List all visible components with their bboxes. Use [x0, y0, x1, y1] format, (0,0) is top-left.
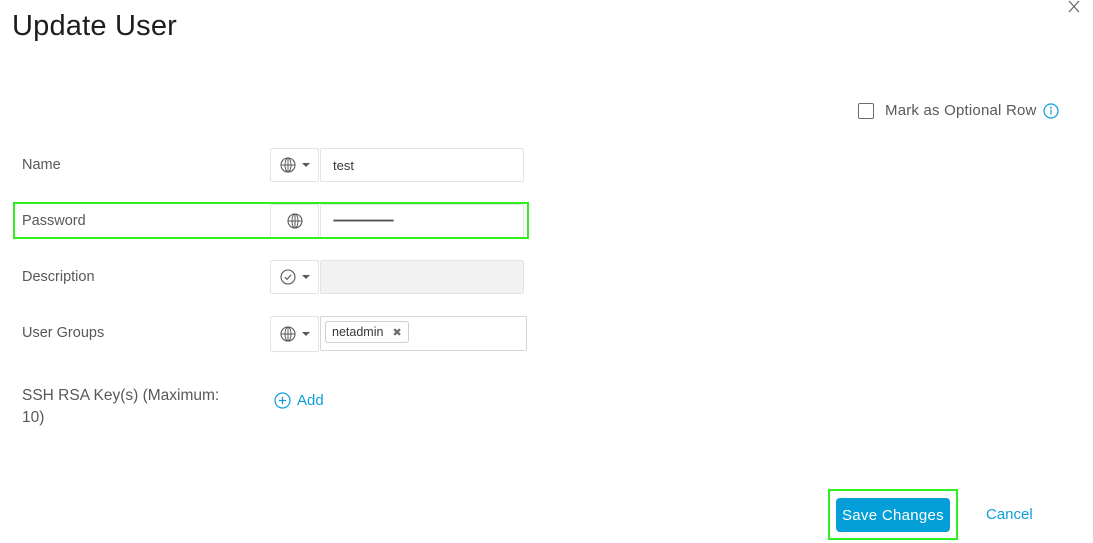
- highlight-password-row: [13, 202, 529, 239]
- user-groups-label: User Groups: [22, 325, 105, 341]
- user-groups-scope-dropdown[interactable]: [270, 316, 319, 352]
- optional-row-checkbox[interactable]: [858, 102, 874, 119]
- name-label: Name: [22, 157, 61, 173]
- description-input[interactable]: [320, 260, 524, 294]
- info-icon[interactable]: [1042, 102, 1059, 119]
- close-icon: [1068, 0, 1080, 13]
- user-group-tag-label: netadmin: [332, 325, 384, 339]
- name-input[interactable]: test: [320, 148, 524, 182]
- chevron-down-icon: [301, 163, 310, 167]
- globe-icon: [279, 157, 296, 173]
- ssh-keys-label: SSH RSA Key(s) (Maximum: 10): [22, 387, 220, 426]
- plus-circle-icon: [274, 392, 291, 409]
- dialog-title: Update User: [12, 10, 177, 42]
- check-circle-icon: [279, 269, 296, 285]
- add-ssh-key-button[interactable]: Add: [274, 392, 324, 409]
- add-label: Add: [297, 392, 324, 409]
- cancel-button[interactable]: Cancel: [986, 506, 1033, 523]
- optional-row-toggle: Mark as Optional Row: [858, 102, 1059, 119]
- highlight-save-button: [828, 489, 958, 540]
- user-group-tag: netadmin ✖: [325, 321, 409, 343]
- name-scope-dropdown[interactable]: [270, 148, 319, 182]
- description-label: Description: [22, 269, 95, 285]
- name-value: test: [333, 157, 354, 173]
- close-button[interactable]: [1067, 0, 1083, 14]
- globe-icon: [279, 326, 296, 342]
- chevron-down-icon: [301, 332, 310, 336]
- description-scope-dropdown[interactable]: [270, 260, 319, 294]
- remove-tag-icon[interactable]: ✖: [392, 326, 401, 339]
- user-groups-input[interactable]: netadmin ✖: [320, 316, 527, 351]
- chevron-down-icon: [301, 275, 310, 279]
- optional-row-label: Mark as Optional Row: [885, 102, 1037, 119]
